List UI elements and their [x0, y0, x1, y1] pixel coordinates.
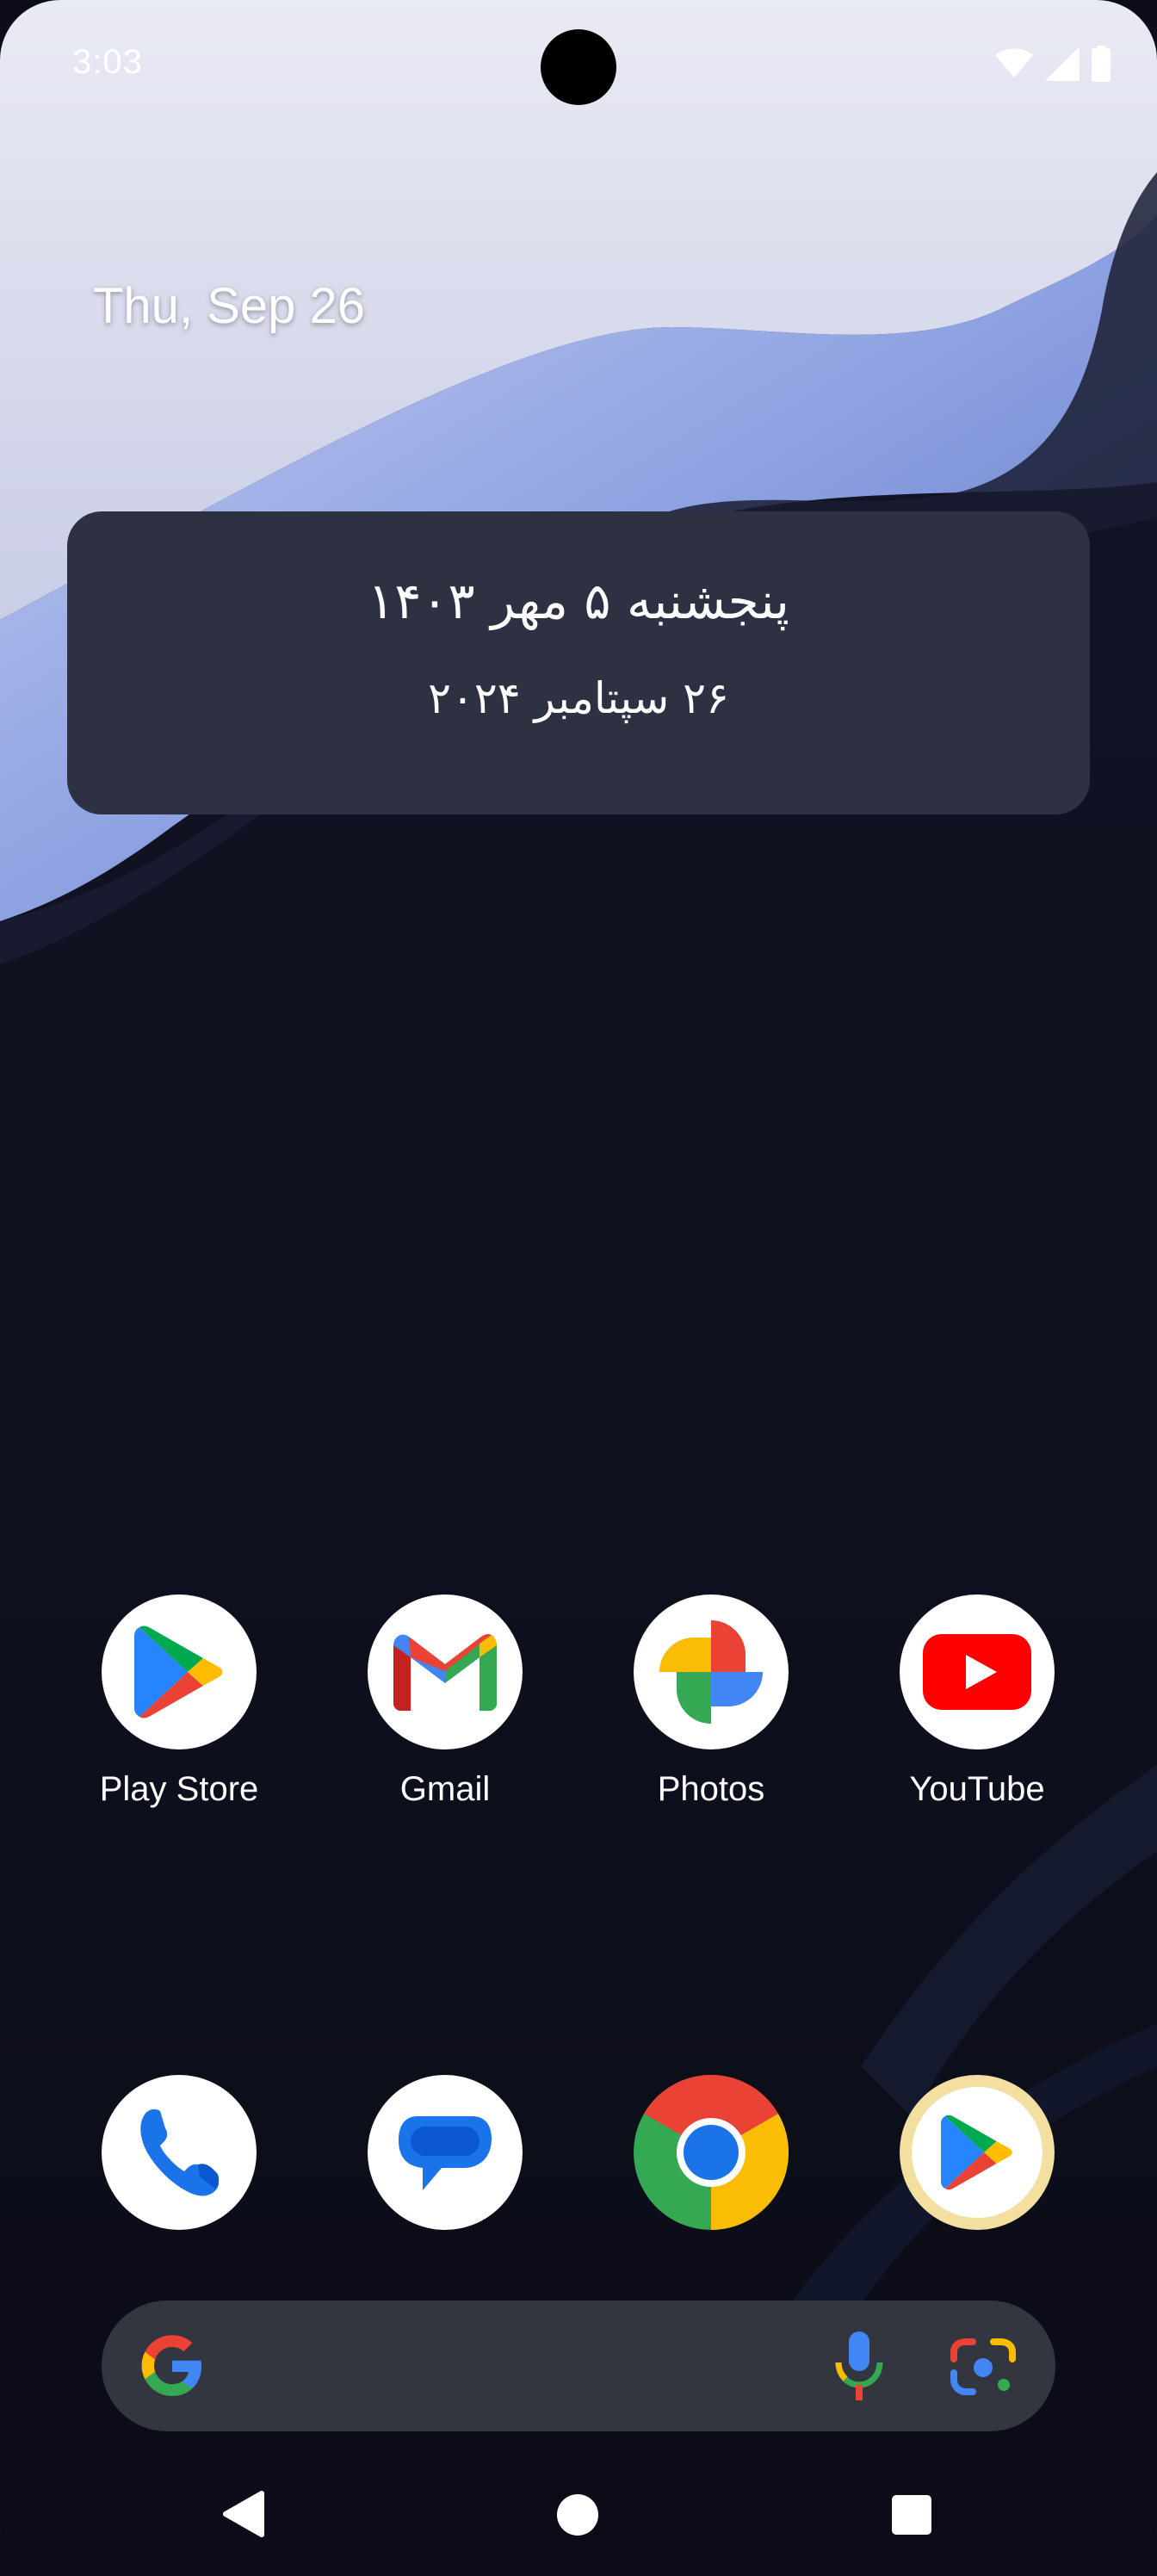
google-g-icon: [141, 2335, 201, 2396]
dock-play-store[interactable]: [900, 2075, 1055, 2230]
wifi-icon: [995, 48, 1033, 77]
home-date[interactable]: Thu, Sep 26: [93, 277, 365, 335]
app-label: Photos: [657, 1770, 765, 1808]
gmail-icon: [368, 1595, 523, 1749]
system-icons: [995, 45, 1111, 83]
microphone-icon[interactable]: [835, 2331, 883, 2400]
persian-date: پنجشنبه ۵ مهر ۱۴۰۳: [368, 572, 789, 630]
cell-signal-icon: [1045, 46, 1080, 81]
lens-icon[interactable]: [950, 2335, 1016, 2397]
camera-cutout: [541, 29, 616, 105]
battery-icon: [1092, 46, 1111, 82]
status-bar: 3:03: [0, 0, 1157, 129]
recents-icon[interactable]: [892, 2495, 931, 2535]
youtube-icon: [900, 1595, 1055, 1749]
home-icon[interactable]: [556, 2493, 599, 2536]
app-label: Play Store: [99, 1770, 259, 1808]
home-screen: 3:03 Thu, Sep 26 پنجشنبه ۵ مهر ۱۴۰۳ ۲۶ س…: [0, 0, 1157, 2576]
phone-icon: [140, 2108, 220, 2196]
app-label: Gmail: [399, 1770, 491, 1808]
play-store-icon: [912, 2087, 1043, 2218]
play-store-icon: [102, 1595, 257, 1749]
dock-phone[interactable]: [102, 2075, 257, 2230]
photos-icon: [634, 1595, 789, 1749]
chrome-icon: [634, 2075, 789, 2230]
app-label: YouTube: [909, 1770, 1045, 1808]
status-time: 3:03: [72, 43, 143, 81]
gregorian-date: ۲۶ سپتامبر ۲۰۲۴: [428, 673, 729, 723]
app-youtube[interactable]: YouTube: [874, 1595, 1080, 1809]
app-gmail[interactable]: Gmail: [342, 1595, 548, 1809]
dock-messages[interactable]: [368, 2075, 523, 2230]
dock-chrome[interactable]: [634, 2075, 789, 2230]
app-photos[interactable]: Photos: [608, 1595, 814, 1809]
google-search-bar[interactable]: [102, 2300, 1055, 2431]
app-play-store[interactable]: Play Store: [76, 1595, 282, 1809]
persian-calendar-widget[interactable]: پنجشنبه ۵ مهر ۱۴۰۳ ۲۶ سپتامبر ۲۰۲۴: [67, 511, 1090, 814]
navigation-bar: [0, 2471, 1157, 2557]
back-icon[interactable]: [222, 2490, 265, 2538]
messages-icon: [399, 2116, 492, 2190]
